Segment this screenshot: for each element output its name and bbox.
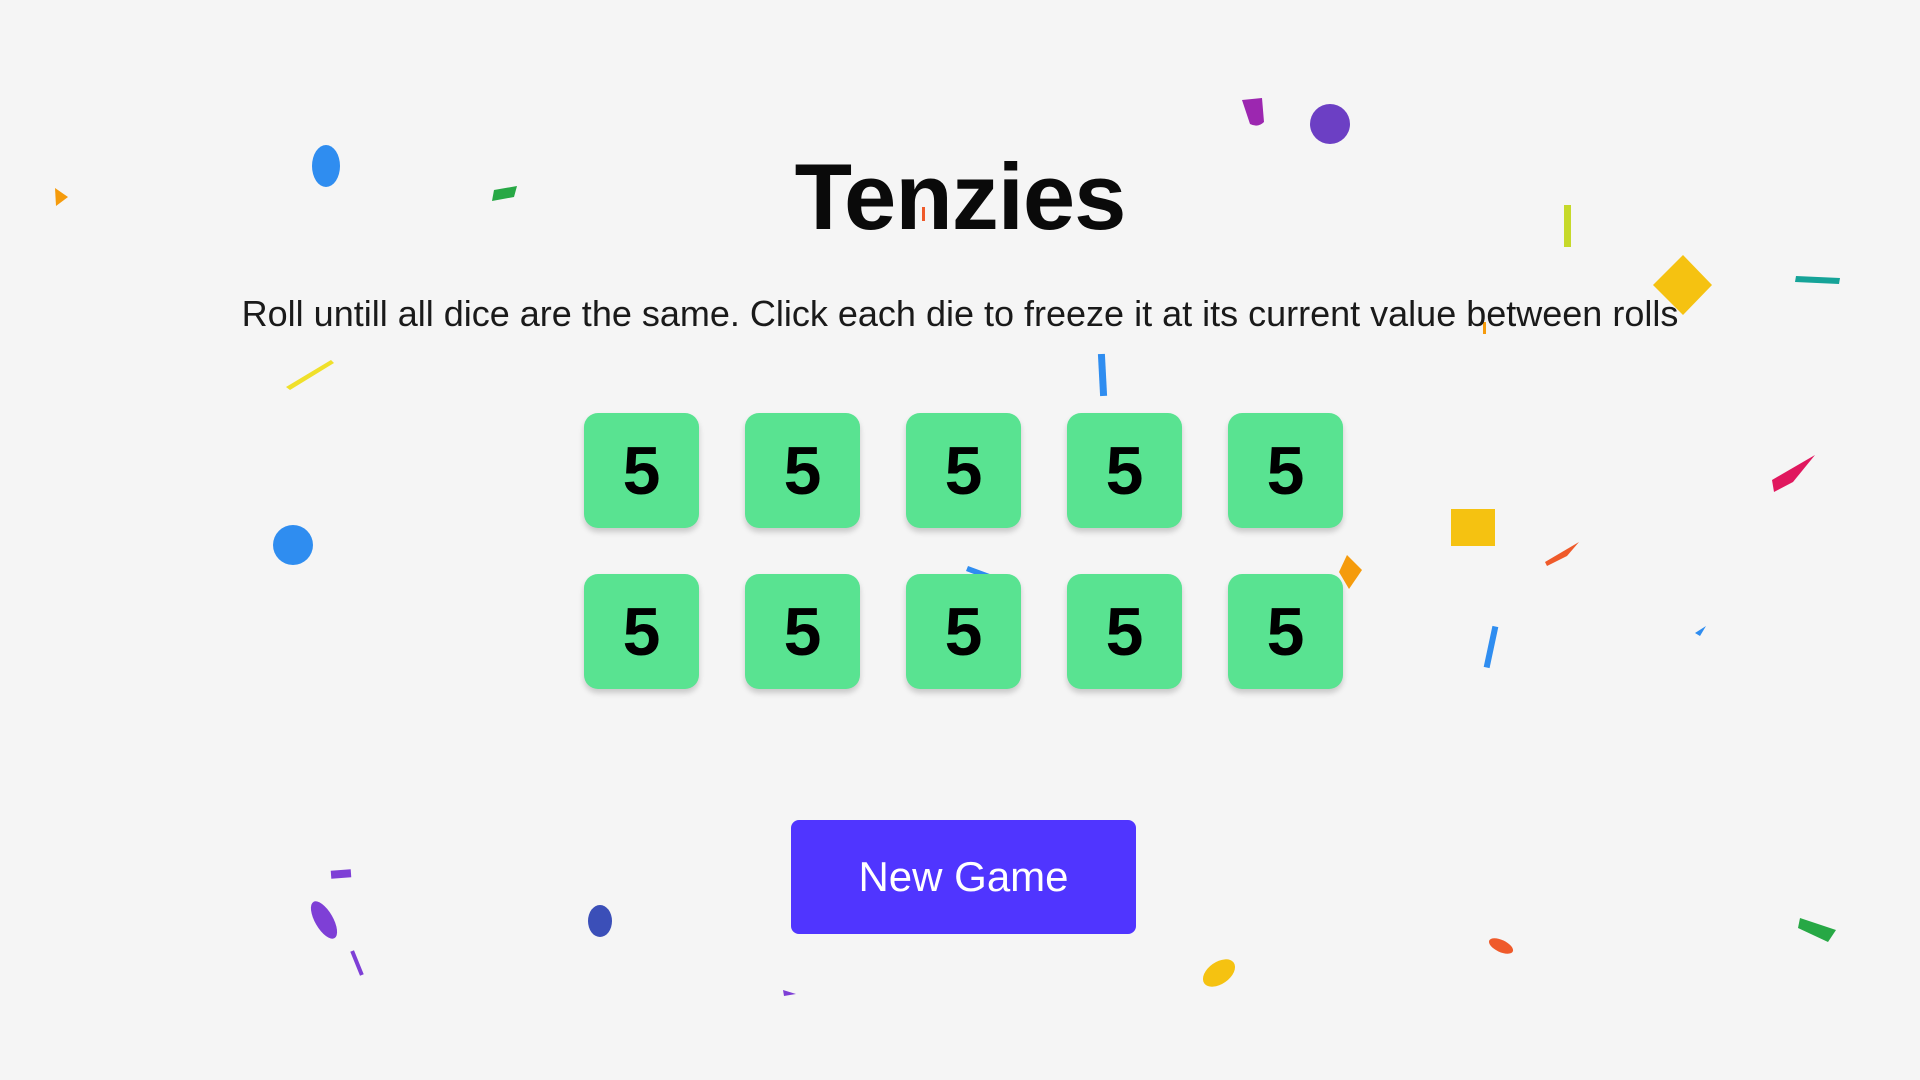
- confetti-piece: [1772, 455, 1815, 492]
- confetti-piece: [1798, 918, 1836, 942]
- dice-grid: 5 5 5 5 5 5 5 5 5 5: [584, 413, 1344, 689]
- confetti-piece: [1202, 959, 1236, 987]
- new-game-button[interactable]: New Game: [791, 820, 1136, 934]
- confetti-piece: [1545, 542, 1579, 566]
- confetti-piece: [310, 901, 338, 939]
- confetti-piece: [286, 360, 334, 390]
- confetti-piece: [783, 990, 796, 996]
- confetti-piece: [1242, 98, 1264, 126]
- die-1[interactable]: 5: [584, 413, 699, 528]
- confetti-piece: [330, 869, 352, 879]
- game-instructions: Roll untill all dice are the same. Click…: [241, 293, 1679, 334]
- die-8[interactable]: 5: [906, 574, 1021, 689]
- die-10[interactable]: 5: [1228, 574, 1343, 689]
- confetti-piece: [1451, 509, 1495, 546]
- die-5[interactable]: 5: [1228, 413, 1343, 528]
- confetti-piece: [1310, 104, 1350, 144]
- die-9[interactable]: 5: [1067, 574, 1182, 689]
- confetti-piece: [273, 525, 313, 565]
- die-2[interactable]: 5: [745, 413, 860, 528]
- confetti-piece: [1795, 276, 1840, 284]
- game-title: Tenzies: [794, 144, 1127, 249]
- die-6[interactable]: 5: [584, 574, 699, 689]
- die-3[interactable]: 5: [906, 413, 1021, 528]
- confetti-piece: [1695, 626, 1706, 636]
- confetti-piece: [1097, 353, 1108, 397]
- confetti-piece: [350, 950, 364, 976]
- game-screen: Tenzies Roll untill all dice are the sam…: [0, 0, 1920, 1080]
- confetti-piece: [588, 905, 612, 937]
- confetti-piece: [1488, 938, 1514, 954]
- die-7[interactable]: 5: [745, 574, 860, 689]
- confetti-piece: [1483, 625, 1499, 669]
- die-4[interactable]: 5: [1067, 413, 1182, 528]
